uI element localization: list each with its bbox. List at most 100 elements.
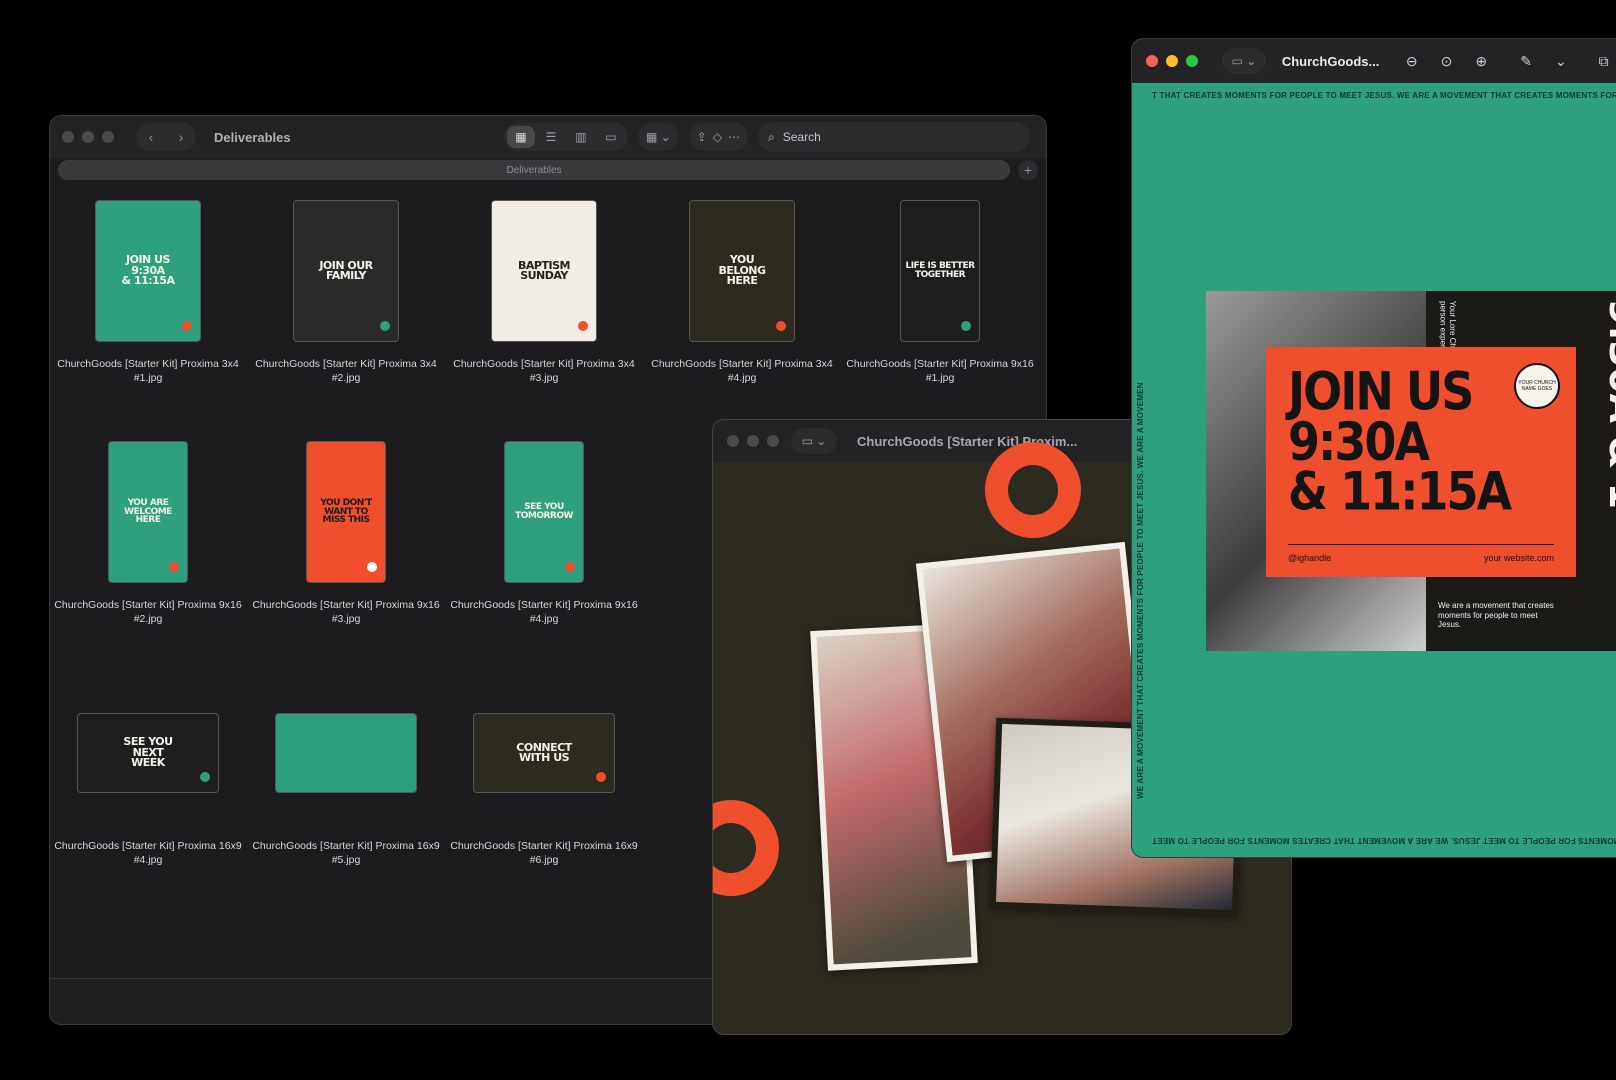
file-thumbnail: LIFE IS BETTER TOGETHER: [900, 200, 980, 342]
poster-website: your website.com: [1483, 553, 1554, 563]
share-icon[interactable]: ⇪: [697, 130, 707, 144]
thumbnail-accent: [380, 321, 390, 331]
thumbnail-text: YOU ARE WELCOME HERE: [124, 498, 172, 526]
file-item[interactable]: CONNECT WITH US ChurchGoods [Starter Kit]…: [446, 678, 642, 867]
file-item[interactable]: BAPTISM SUNDAY ChurchGoods [Starter Kit] …: [446, 196, 642, 385]
actual-size-icon[interactable]: ⊙: [1434, 48, 1459, 74]
file-caption: ChurchGoods [Starter Kit] Proxima 16x9 #…: [450, 840, 638, 866]
thumbnail-accent: [565, 562, 575, 572]
gallery-view-icon[interactable]: ▭: [597, 126, 625, 148]
window-title: Deliverables: [214, 129, 291, 145]
minimize-button[interactable]: [747, 435, 759, 447]
crop-icon[interactable]: ⧉: [1591, 48, 1616, 74]
thumbnail-text: SEE YOU NEXT WEEK: [123, 735, 173, 770]
back-icon[interactable]: ‹: [136, 123, 166, 151]
zoom-out-icon[interactable]: ⊖: [1399, 48, 1424, 74]
list-view-icon[interactable]: ☰: [537, 126, 565, 148]
file-item[interactable]: SEE YOU NEXT WEEK ChurchGoods [Starter Ki…: [50, 678, 246, 867]
group-button[interactable]: ▦ ⌄: [637, 123, 679, 151]
thumbnail-wrapper: CONNECT WITH US: [446, 678, 642, 828]
nav-buttons: ‹ ›: [136, 123, 196, 151]
close-button[interactable]: [62, 131, 74, 143]
poster-handle: @ighandle: [1288, 553, 1332, 563]
close-button[interactable]: [1146, 55, 1158, 67]
window-controls: [62, 131, 114, 143]
thumbnail-text: JOIN OUR FAMILY: [319, 258, 373, 282]
forward-icon[interactable]: ›: [166, 123, 196, 151]
thumbnail-accent: [776, 321, 786, 331]
thumbnail-wrapper: JOIN OUR FAMILY: [248, 196, 444, 346]
file-caption: ChurchGoods [Starter Kit] Proxima 16x9 #…: [252, 840, 440, 866]
icon-view-icon[interactable]: ▦: [506, 126, 535, 148]
thumbnail-wrapper: YOU DON'T WANT TO MISS THIS: [248, 437, 444, 587]
file-thumbnail: SEE YOU TOMORROW: [504, 441, 584, 583]
thumbnail-accent: [367, 562, 377, 572]
thumbnail-wrapper: SEE YOU TOMORROW: [446, 437, 642, 587]
ticker-top: T THAT CREATES MOMENTS FOR PEOPLE TO MEE…: [1152, 91, 1616, 100]
tag-icon[interactable]: ◇: [713, 130, 722, 144]
file-caption: ChurchGoods [Starter Kit] Proxima 3x4 #1…: [57, 358, 239, 384]
thumbnail-text: CONNECT WITH US: [516, 740, 572, 764]
file-item[interactable]: YOU BELONG HERE ChurchGoods [Starter Kit]…: [644, 196, 840, 385]
markup-pen-icon[interactable]: ✎: [1514, 48, 1539, 74]
preview-toolbar: ▭ ⌄ ChurchGoods... ⊖ ⊙ ⊕ ✎ ⌄ ⧉: [1132, 39, 1616, 83]
poster-tagline: We are a movement that creates moments f…: [1438, 601, 1554, 630]
thumbnail-wrapper: SEE YOU NEXT WEEK: [50, 678, 246, 828]
window-controls: [1146, 55, 1198, 67]
ticker-side: WE ARE A MOVEMENT THAT CREATES MOMENTS F…: [1136, 382, 1145, 799]
more-icon[interactable]: ⋯: [728, 130, 740, 144]
thumbnail-text: LIFE IS BETTER TOGETHER: [905, 261, 975, 280]
church-name-seal-top: [985, 442, 1081, 538]
thumbnail-text: YOU DON'T WANT TO MISS THIS: [320, 498, 372, 526]
sidebar-toggle-icon[interactable]: ▭ ⌄: [791, 428, 837, 454]
minimize-button[interactable]: [1166, 55, 1178, 67]
thumbnail-text: SEE YOU TOMORROW: [515, 502, 573, 521]
markup-menu-icon[interactable]: ⌄: [1548, 48, 1573, 74]
thumbnail-accent: [961, 321, 971, 331]
thumbnail-wrapper: LIFE IS BETTER TOGETHER: [842, 196, 1038, 346]
church-name-seal-bottom: [713, 800, 779, 896]
zoom-in-icon[interactable]: ⊕: [1469, 48, 1494, 74]
poster-image: Your Lore ChurchA Join us el In person e…: [1206, 291, 1616, 651]
search-placeholder: Search: [782, 130, 821, 144]
thumbnail-text: BAPTISM SUNDAY: [518, 258, 570, 282]
file-caption: ChurchGoods [Starter Kit] Proxima 16x9 #…: [54, 840, 242, 866]
search-icon: ⌕: [768, 129, 775, 144]
ticker-bottom: WE ARE A MOVEMENT THAT CREATES MOMENTS F…: [1152, 836, 1616, 845]
poster-vertical-time: 9:30A & 1: [1601, 299, 1616, 509]
view-mode-group: ▦ ☰ ▥ ▭: [503, 123, 628, 151]
file-caption: ChurchGoods [Starter Kit] Proxima 9x16 #…: [252, 599, 440, 625]
zoom-button[interactable]: [102, 131, 114, 143]
file-thumbnail: YOU BELONG HERE: [689, 200, 795, 342]
file-caption: ChurchGoods [Starter Kit] Proxima 9x16 #…: [450, 599, 638, 625]
file-item[interactable]: YOU DON'T WANT TO MISS THIS ChurchGoods […: [248, 437, 444, 626]
file-item[interactable]: LIFE IS BETTER TOGETHER ChurchGoods [Star…: [842, 196, 1038, 385]
zoom-button[interactable]: [767, 435, 779, 447]
column-view-icon[interactable]: ▥: [567, 126, 595, 148]
file-item[interactable]: SEE YOU TOMORROW ChurchGoods [Starter Kit…: [446, 437, 642, 626]
window-controls: [727, 435, 779, 447]
file-thumbnail: JOIN OUR FAMILY: [293, 200, 399, 342]
new-tab-button[interactable]: +: [1018, 160, 1038, 180]
file-thumbnail: YOU DON'T WANT TO MISS THIS: [306, 441, 386, 583]
minimize-button[interactable]: [82, 131, 94, 143]
file-item[interactable]: JOIN US 9:30A & 11:15A ChurchGoods [Start…: [50, 196, 246, 385]
thumbnail-accent: [596, 772, 606, 782]
church-name-seal: YOUR CHURCH NAME GOES: [1514, 363, 1560, 409]
preview-window-green: ▭ ⌄ ChurchGoods... ⊖ ⊙ ⊕ ✎ ⌄ ⧉ T THAT CR…: [1131, 38, 1616, 858]
sidebar-toggle-icon[interactable]: ▭ ⌄: [1222, 48, 1266, 74]
file-item[interactable]: ChurchGoods [Starter Kit] Proxima 16x9 #…: [248, 678, 444, 867]
file-thumbnail: BAPTISM SUNDAY: [491, 200, 597, 342]
poster-card: JOIN US 9:30A & 11:15A YOUR CHURCH NAME …: [1266, 347, 1576, 577]
thumbnail-text: YOU BELONG HERE: [718, 253, 766, 288]
tab-bar: Deliverables +: [50, 158, 1046, 182]
search-field[interactable]: ⌕ Search: [758, 122, 1030, 152]
file-item[interactable]: YOU ARE WELCOME HERE ChurchGoods [Starter…: [50, 437, 246, 626]
file-thumbnail: [275, 713, 417, 793]
close-button[interactable]: [727, 435, 739, 447]
file-thumbnail: CONNECT WITH US: [473, 713, 615, 793]
zoom-button[interactable]: [1186, 55, 1198, 67]
tab-deliverables[interactable]: Deliverables: [58, 160, 1010, 180]
file-item[interactable]: JOIN OUR FAMILY ChurchGoods [Starter Kit]…: [248, 196, 444, 385]
file-thumbnail: SEE YOU NEXT WEEK: [77, 713, 219, 793]
